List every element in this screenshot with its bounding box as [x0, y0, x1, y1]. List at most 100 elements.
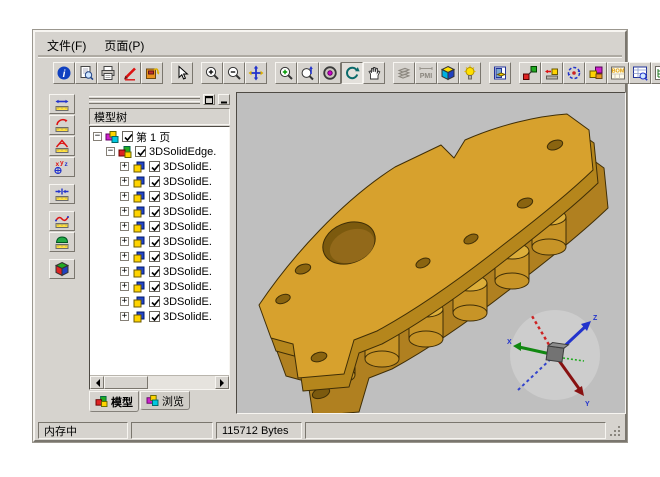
navigation-ball[interactable]: X Z Y — [507, 310, 600, 408]
model-tab-icon — [95, 396, 108, 407]
measure-radius-button[interactable] — [49, 115, 75, 135]
menu-file[interactable]: 文件(F) — [38, 35, 95, 56]
print-preview-button[interactable] — [75, 62, 97, 84]
pan-button[interactable] — [245, 62, 267, 84]
zoom-dynamic-button[interactable] — [297, 62, 319, 84]
check-icon — [150, 162, 161, 173]
measure-length-button[interactable] — [49, 94, 75, 114]
expand-toggle[interactable]: + — [120, 222, 129, 231]
move-part-button[interactable] — [541, 62, 563, 84]
rotate-animation-button[interactable] — [563, 62, 585, 84]
panel-grip[interactable] — [89, 96, 200, 104]
render-settings-button[interactable] — [489, 62, 511, 84]
panel-hide-button[interactable] — [218, 94, 230, 105]
menu-bar: 文件(F) 页面(P) — [38, 35, 622, 56]
layers-button[interactable] — [393, 62, 415, 84]
scroll-left-button[interactable] — [90, 376, 104, 389]
visibility-checkbox[interactable] — [149, 221, 160, 232]
tree-node-part[interactable]: +3DSolidE. — [90, 294, 229, 309]
measure-distance-button[interactable] — [49, 184, 75, 204]
render-settings-icon — [492, 65, 508, 81]
part-icon — [132, 176, 146, 188]
zoom-out-button[interactable] — [223, 62, 245, 84]
measure-area-button[interactable] — [49, 232, 75, 252]
tree-node-label: 3DSolidE. — [163, 266, 212, 278]
zoom-window-button[interactable] — [275, 62, 297, 84]
part-icon — [132, 161, 146, 173]
tree-node-page[interactable]: − 第 1 页 — [90, 129, 229, 144]
expand-toggle[interactable]: + — [120, 177, 129, 186]
visibility-checkbox[interactable] — [149, 296, 160, 307]
expand-toggle[interactable]: + — [120, 162, 129, 171]
measure-coordinate-button[interactable]: xyz — [49, 157, 75, 177]
tree-node-part[interactable]: +3DSolidE. — [90, 159, 229, 174]
print-preview-icon — [78, 65, 94, 81]
visibility-checkbox[interactable] — [122, 131, 133, 142]
tree-node-part[interactable]: +3DSolidE. — [90, 279, 229, 294]
horizontal-scrollbar[interactable] — [90, 375, 229, 389]
expand-toggle[interactable]: + — [120, 267, 129, 276]
print-button[interactable] — [97, 62, 119, 84]
menu-page[interactable]: 页面(P) — [95, 35, 153, 56]
visibility-checkbox[interactable] — [149, 206, 160, 217]
measure-polyline-button[interactable] — [49, 211, 75, 231]
panel-maximize-button[interactable] — [203, 94, 215, 105]
check-icon — [150, 252, 161, 263]
visibility-checkbox[interactable] — [135, 146, 146, 157]
measure-angle-button[interactable] — [49, 136, 75, 156]
panel-title-bar[interactable] — [89, 93, 230, 106]
tree-node-part[interactable]: +3DSolidE. — [90, 204, 229, 219]
visibility-checkbox[interactable] — [149, 161, 160, 172]
expand-toggle[interactable]: + — [120, 282, 129, 291]
orbit-button[interactable] — [319, 62, 341, 84]
resize-grip[interactable] — [609, 423, 622, 438]
select-button[interactable] — [171, 62, 193, 84]
collapse-toggle[interactable]: − — [93, 132, 102, 141]
spin-button[interactable] — [341, 62, 363, 84]
expand-toggle[interactable]: + — [120, 297, 129, 306]
expand-toggle[interactable]: + — [120, 237, 129, 246]
page-icon — [105, 131, 119, 143]
collapse-toggle[interactable]: − — [106, 147, 115, 156]
redline-button[interactable] — [119, 62, 141, 84]
scrollbar-thumb[interactable] — [104, 376, 148, 389]
tree-node-assembly[interactable]: − 3DSolidEdge. — [90, 144, 229, 159]
visibility-checkbox[interactable] — [149, 191, 160, 202]
tree-node-part[interactable]: +3DSolidE. — [90, 234, 229, 249]
expand-toggle[interactable]: + — [120, 207, 129, 216]
measure-volume-button[interactable] — [49, 259, 75, 279]
visibility-checkbox[interactable] — [149, 236, 160, 247]
tab-browse[interactable]: 浏览 — [140, 391, 190, 410]
visibility-checkbox[interactable] — [149, 176, 160, 187]
tab-model[interactable]: 模型 — [89, 391, 139, 412]
tree-node-part[interactable]: +3DSolidE. — [90, 174, 229, 189]
expand-toggle[interactable]: + — [120, 312, 129, 321]
check-icon — [150, 282, 161, 293]
visibility-checkbox[interactable] — [149, 251, 160, 262]
info-button[interactable]: i — [53, 62, 75, 84]
visibility-checkbox[interactable] — [149, 266, 160, 277]
visibility-checkbox[interactable] — [149, 311, 160, 322]
light-button[interactable] — [459, 62, 481, 84]
tree-node-part[interactable]: +3DSolidE. — [90, 219, 229, 234]
assembly-button[interactable] — [585, 62, 607, 84]
export-button[interactable] — [141, 62, 163, 84]
bom-button[interactable]: BOM — [607, 62, 629, 84]
expand-toggle[interactable]: + — [120, 192, 129, 201]
explode-button[interactable] — [519, 62, 541, 84]
structure-tree-button[interactable] — [651, 62, 660, 84]
scroll-right-button[interactable] — [215, 376, 229, 389]
tree-node-part[interactable]: +3DSolidE. — [90, 264, 229, 279]
parts-table-button[interactable] — [629, 62, 651, 84]
view3d-button[interactable] — [437, 62, 459, 84]
pmi-button[interactable]: PMI — [415, 62, 437, 84]
check-icon — [150, 312, 161, 323]
zoom-in-button[interactable] — [201, 62, 223, 84]
tree-node-part[interactable]: +3DSolidE. — [90, 249, 229, 264]
tree-node-part[interactable]: +3DSolidE. — [90, 309, 229, 324]
visibility-checkbox[interactable] — [149, 281, 160, 292]
viewport-3d[interactable]: X Z Y — [236, 92, 626, 414]
tree-node-part[interactable]: +3DSolidE. — [90, 189, 229, 204]
hand-pan-button[interactable] — [363, 62, 385, 84]
expand-toggle[interactable]: + — [120, 252, 129, 261]
